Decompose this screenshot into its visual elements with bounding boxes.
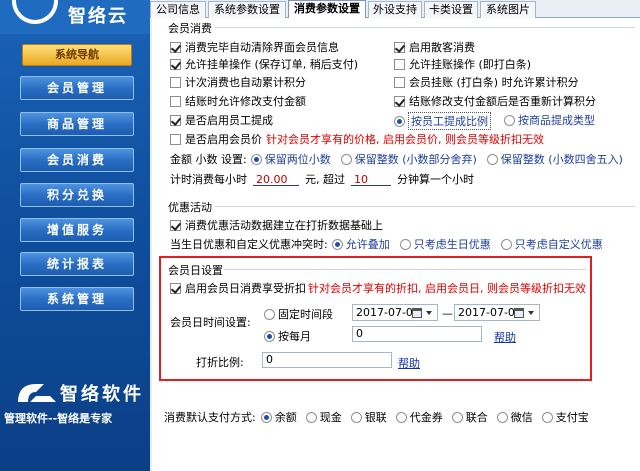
checkbox[interactable] <box>170 282 181 294</box>
radio-pay-combined[interactable] <box>451 411 463 423</box>
radio-pay-wechat[interactable] <box>496 411 508 423</box>
discount-label: 打折比例: <box>196 356 244 369</box>
opt-allow-tab[interactable]: 允许挂账操作 (即打白条) <box>394 56 531 72</box>
date-range-dash: — <box>442 307 453 320</box>
brand-logo-icon <box>18 384 56 402</box>
nav-item-points-exchange[interactable]: 积分兑换 <box>20 183 134 207</box>
tab-consume-params[interactable]: 消费参数设置 <box>288 0 366 19</box>
nav-item-member-management[interactable]: 会员管理 <box>20 76 134 100</box>
checkbox[interactable] <box>170 76 181 88</box>
checkbox[interactable] <box>394 95 405 107</box>
nav-item-reports[interactable]: 统计报表 <box>20 252 134 276</box>
checkbox[interactable] <box>170 219 181 231</box>
tab-company-info[interactable]: 公司信息 <box>150 1 206 18</box>
radio[interactable] <box>394 115 405 127</box>
radio-pay-unionpay[interactable] <box>350 411 362 423</box>
member-price-note: 针对会员才享有的价格, 启用会员价, 则会员等级折扣无效 <box>266 133 544 146</box>
radio-by-month[interactable]: 按每月 <box>264 328 311 344</box>
start-date-picker[interactable]: 2017-07-05 <box>352 304 438 321</box>
member-day-time-label: 会员日时间设置: <box>170 316 251 329</box>
opt-tab-points[interactable]: 会员挂账 (打白条) 时允许累计积分 <box>394 74 579 90</box>
tab-system-images[interactable]: 系统图片 <box>480 1 536 18</box>
radio[interactable] <box>264 330 275 342</box>
checkbox[interactable] <box>170 58 181 70</box>
section-title-member-day: 会员日设置 <box>168 264 223 277</box>
checkbox[interactable] <box>170 95 181 107</box>
checkbox[interactable] <box>394 58 405 70</box>
nav-item-member-consume[interactable]: 会员消费 <box>20 148 134 172</box>
radio[interactable] <box>504 114 515 126</box>
help-link[interactable]: 帮助 <box>494 329 516 345</box>
radio-commission-by-product[interactable]: 按商品提成类型 <box>504 112 595 128</box>
opt-member-day-enable[interactable]: 启用会员日消费享受折扣 <box>170 280 306 296</box>
radio-decimal-int-drop[interactable] <box>340 153 352 165</box>
radio-pay-cash[interactable] <box>305 411 317 423</box>
help-link-discount[interactable]: 帮助 <box>398 355 420 371</box>
discount-input[interactable]: 0 <box>262 352 392 368</box>
radio[interactable] <box>264 308 275 320</box>
checkbox[interactable] <box>394 76 405 88</box>
radio-only-custom[interactable] <box>500 238 512 250</box>
calendar-icon <box>412 307 422 318</box>
hourly-price-input[interactable]: 20.00 <box>253 173 299 186</box>
opt-staff-commission[interactable]: 是否启用员工提成 <box>170 112 273 128</box>
calendar-icon <box>514 307 524 318</box>
radio-pay-alipay[interactable] <box>541 411 553 423</box>
brand-name: 智络软件 <box>60 384 144 405</box>
radio-commission-by-staff[interactable]: 按员工提成比例 <box>394 112 491 130</box>
conflict-row: 当生日优惠和自定义优惠冲突时: 允许叠加 只考虑生日优惠 只考虑自定义优惠 <box>170 238 603 251</box>
radio-fixed-period[interactable]: 固定时间段 <box>264 306 333 322</box>
top-logo: 智络云 <box>0 0 150 34</box>
opt-member-price[interactable]: 是否启用会员价 <box>170 131 262 147</box>
opt-count-points[interactable]: 计次消费也自动累计积分 <box>170 74 306 90</box>
opt-enable-walkin[interactable]: 启用散客消费 <box>394 39 475 55</box>
radio-pay-balance[interactable] <box>260 411 272 423</box>
tab-peripheral[interactable]: 外设支持 <box>368 1 422 18</box>
radio-decimal-int-round[interactable] <box>486 153 498 165</box>
radio-only-birthday[interactable] <box>399 238 411 250</box>
amount-label: 金额 小数 设置: <box>170 153 247 166</box>
nav-item-value-added[interactable]: 增值服务 <box>20 218 134 242</box>
decimal-setting-row: 金额 小数 设置: 保留两位小数 保留整数 (小数部分舍弃) 保留整数 (小数四… <box>170 153 623 166</box>
checkbox[interactable] <box>170 133 181 145</box>
nav-header: 系统导航 <box>22 44 132 66</box>
brand-slogan: 管理软件--智络是专家 <box>4 412 113 425</box>
radio-decimal-two[interactable] <box>250 153 262 165</box>
member-day-note: 针对会员才享有的折扣, 启用会员日, 则会员等级折扣无效 <box>308 282 586 295</box>
opt-allow-hang[interactable]: 允许挂单操作 (保存订单, 稍后支付) <box>170 56 358 72</box>
top-brand-text: 智络云 <box>68 6 128 27</box>
opt-recalc-points[interactable]: 结账修改支付金额后是否重新计算积分 <box>394 93 596 109</box>
section-title-promo: 优惠活动 <box>168 201 212 214</box>
checkbox[interactable] <box>170 41 181 53</box>
tab-card-types[interactable]: 卡类设置 <box>424 1 478 18</box>
checkbox[interactable] <box>394 41 405 53</box>
section-title-consume: 会员消费 <box>168 22 212 35</box>
radio-pay-voucher[interactable] <box>395 411 407 423</box>
chevron-down-icon <box>426 310 432 315</box>
tab-bar: 公司信息 系统参数设置 消费参数设置 外设支持 卡类设置 系统图片 <box>150 0 640 19</box>
radio-allow-stack[interactable] <box>331 238 343 250</box>
timing-row: 计时消费每小时 20.00 元, 超过 10 分钟算一个小时 <box>170 172 474 187</box>
checkbox[interactable] <box>170 114 181 126</box>
logo-mark-icon <box>12 0 58 24</box>
nav-item-system-management[interactable]: 系统管理 <box>20 287 134 311</box>
opt-clear-info[interactable]: 消费完毕自动清除界面会员信息 <box>170 39 339 55</box>
section-divider <box>215 206 635 207</box>
section-divider <box>215 27 635 28</box>
tab-system-params[interactable]: 系统参数设置 <box>208 1 286 18</box>
opt-edit-pay[interactable]: 结账时允许修改支付金额 <box>170 93 306 109</box>
end-date-picker[interactable]: 2017-07-05 <box>454 304 540 321</box>
section-divider <box>224 269 586 270</box>
opt-base-on-discount[interactable]: 消费优惠活动数据建立在打折数据基础上 <box>170 217 383 233</box>
month-day-input[interactable]: 0 <box>352 326 482 342</box>
nav-item-product-management[interactable]: 商品管理 <box>20 112 134 136</box>
payment-row: 消费默认支付方式: 余额 现金 银联 代金券 联合 微信 支付宝 <box>164 411 589 424</box>
chevron-down-icon <box>528 310 534 315</box>
over-minutes-input[interactable]: 10 <box>351 173 391 186</box>
sidebar: 智络云 系统导航 会员管理 商品管理 会员消费 积分兑换 增值服务 统计报表 系… <box>0 0 150 471</box>
